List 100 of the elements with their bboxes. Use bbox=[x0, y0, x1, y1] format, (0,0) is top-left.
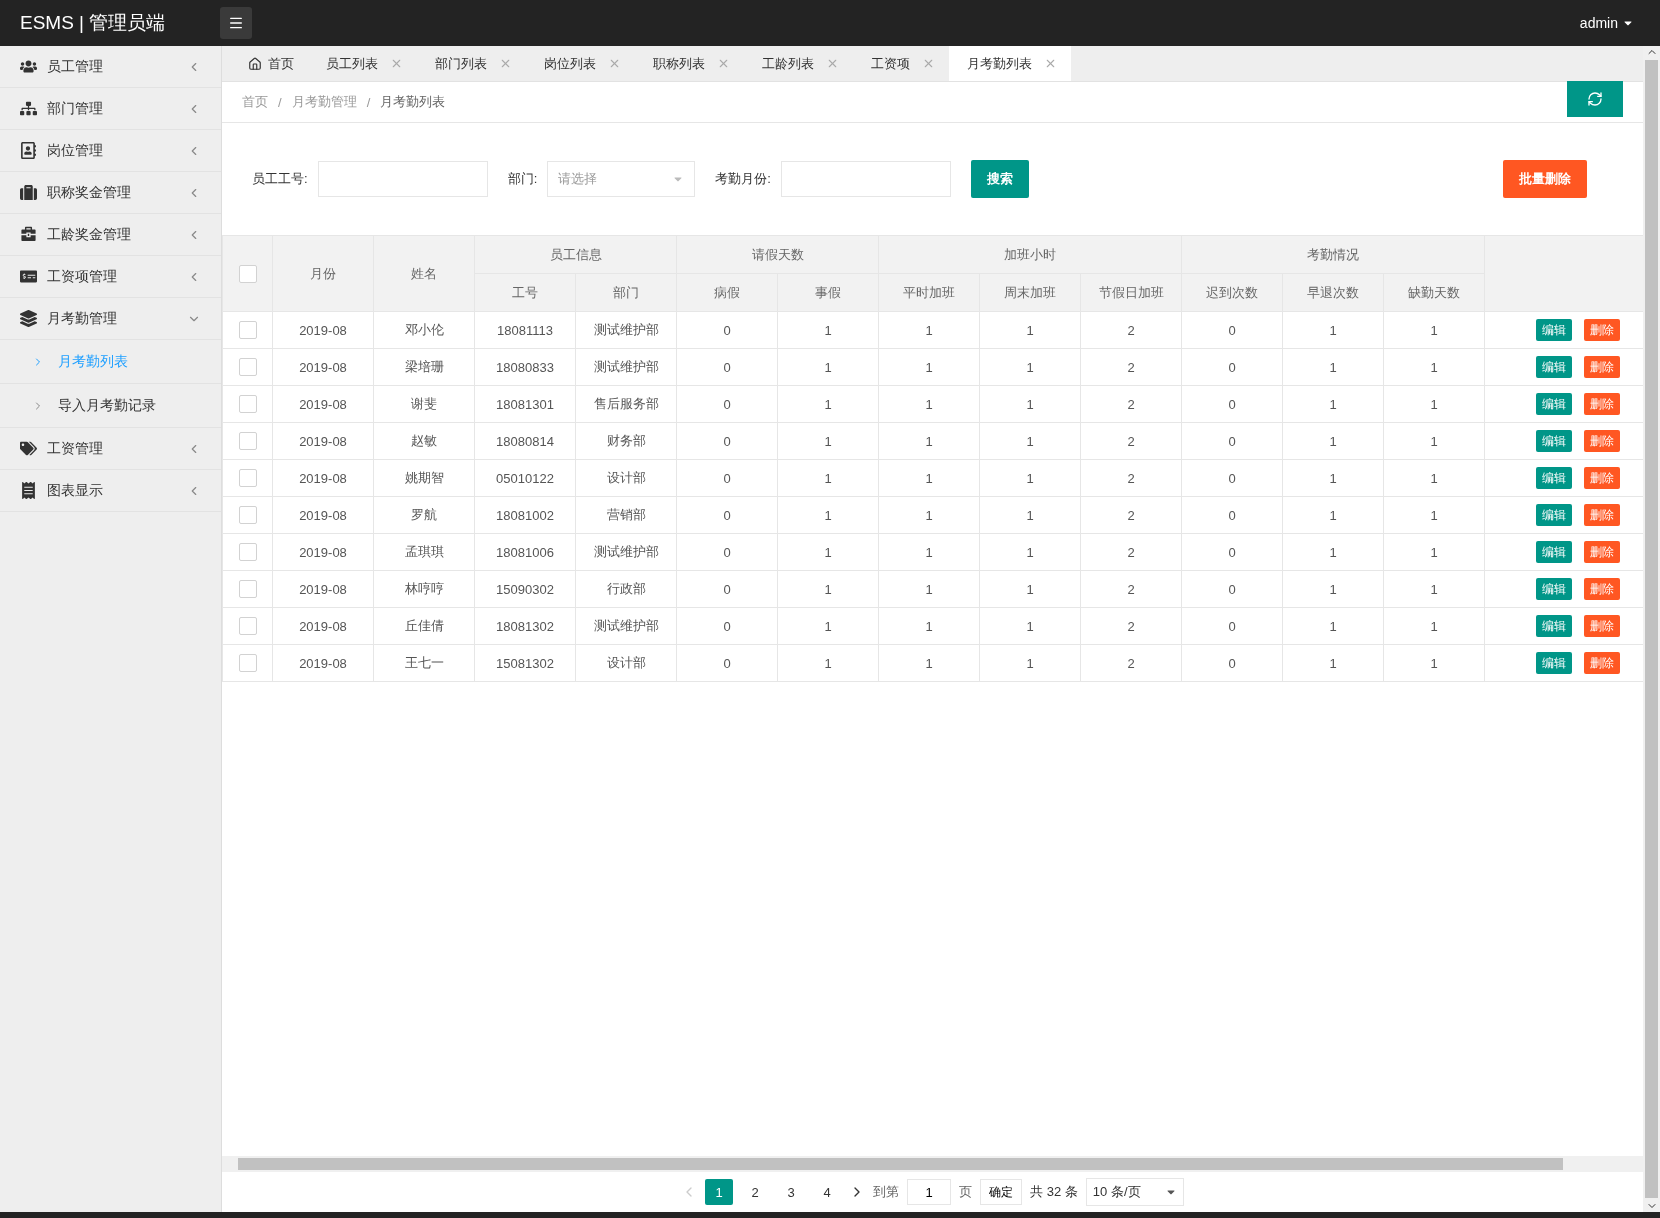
input-field[interactable] bbox=[317, 161, 488, 197]
delete-button[interactable]: 删除 bbox=[1583, 504, 1620, 526]
search-button[interactable]: 搜索 bbox=[970, 160, 1029, 198]
input-field[interactable] bbox=[780, 161, 951, 197]
sidebar-item[interactable]: 图表显示 bbox=[0, 470, 221, 512]
column-header: 节假日加班 bbox=[1080, 273, 1182, 312]
sidebar-subitem[interactable]: 月考勤列表 bbox=[0, 340, 221, 384]
sidebar-item[interactable]: 岗位管理 bbox=[0, 130, 221, 172]
table-cell: 1 bbox=[1282, 644, 1384, 682]
page-button[interactable]: 4 bbox=[813, 1179, 842, 1205]
tab[interactable]: 员工列表 bbox=[308, 46, 417, 81]
table-cell: 1 bbox=[1383, 385, 1485, 423]
column-group-header: 请假天数 bbox=[676, 235, 879, 274]
edit-button[interactable]: 编辑 bbox=[1535, 319, 1572, 341]
row-checkbox[interactable] bbox=[238, 469, 257, 487]
close-icon[interactable] bbox=[390, 57, 403, 70]
delete-button[interactable]: 删除 bbox=[1583, 356, 1620, 378]
edit-button[interactable]: 编辑 bbox=[1535, 430, 1572, 452]
page-size-select[interactable]: 10 条/页 bbox=[1085, 1178, 1184, 1206]
edit-button[interactable]: 编辑 bbox=[1535, 356, 1572, 378]
tab[interactable]: 部门列表 bbox=[417, 46, 526, 81]
page-button[interactable]: 3 bbox=[777, 1179, 806, 1205]
row-checkbox[interactable] bbox=[238, 543, 257, 561]
refresh-button[interactable] bbox=[1567, 81, 1623, 117]
table-cell: 0 bbox=[1181, 311, 1283, 349]
layers-icon bbox=[20, 310, 37, 327]
edit-button[interactable]: 编辑 bbox=[1535, 393, 1572, 415]
row-checkbox[interactable] bbox=[238, 506, 257, 524]
breadcrumb-link[interactable]: 月考勤列表 bbox=[380, 93, 446, 111]
breadcrumb-link[interactable]: 首页 bbox=[242, 93, 268, 111]
delete-button[interactable]: 删除 bbox=[1583, 578, 1620, 600]
close-icon[interactable] bbox=[717, 57, 730, 70]
tab[interactable]: 职称列表 bbox=[635, 46, 744, 81]
page-number-field[interactable]: 1 bbox=[907, 1179, 952, 1205]
sidebar-item[interactable]: 工资管理 bbox=[0, 428, 221, 470]
edit-button[interactable]: 编辑 bbox=[1535, 467, 1572, 489]
row-checkbox[interactable] bbox=[238, 358, 257, 376]
menu-button[interactable] bbox=[220, 7, 252, 39]
sidebar-item[interactable]: 工龄奖金管理 bbox=[0, 214, 221, 256]
table-cell: 王七一 bbox=[373, 644, 475, 682]
tab[interactable]: 工资项 bbox=[853, 46, 949, 81]
close-icon[interactable] bbox=[499, 57, 512, 70]
user-menu[interactable]: admin bbox=[1573, 14, 1640, 32]
delete-button[interactable]: 删除 bbox=[1583, 652, 1620, 674]
close-icon[interactable] bbox=[1044, 57, 1057, 70]
delete-button[interactable]: 删除 bbox=[1583, 430, 1620, 452]
sidebar-subitem[interactable]: 导入月考勤记录 bbox=[0, 384, 221, 428]
row-checkbox[interactable] bbox=[238, 580, 257, 598]
table-cell: 1 bbox=[1383, 311, 1485, 349]
edit-button[interactable]: 编辑 bbox=[1535, 615, 1572, 637]
edit-button[interactable]: 编辑 bbox=[1535, 578, 1572, 600]
tab[interactable]: 岗位列表 bbox=[526, 46, 635, 81]
page-label: 页 bbox=[959, 1183, 973, 1201]
scrollbar-thumb[interactable] bbox=[238, 1158, 1563, 1170]
scrollbar-thumb[interactable] bbox=[1645, 60, 1658, 1198]
delete-button[interactable]: 删除 bbox=[1583, 319, 1620, 341]
sidebar-item[interactable]: 月考勤管理 bbox=[0, 298, 221, 340]
sidebar-item[interactable]: 职称奖金管理 bbox=[0, 172, 221, 214]
delete-button[interactable]: 删除 bbox=[1583, 393, 1620, 415]
edit-button[interactable]: 编辑 bbox=[1535, 652, 1572, 674]
receipt-icon bbox=[20, 482, 37, 499]
table-cell: 2 bbox=[1080, 607, 1182, 645]
table-cell: 0 bbox=[1181, 644, 1283, 682]
table-cell: 0 bbox=[1181, 459, 1283, 497]
row-checkbox[interactable] bbox=[238, 654, 257, 672]
close-icon[interactable] bbox=[608, 57, 621, 70]
row-checkbox[interactable] bbox=[238, 432, 257, 450]
delete-button[interactable]: 删除 bbox=[1583, 467, 1620, 489]
table-cell: 1 bbox=[878, 311, 980, 349]
edit-button[interactable]: 编辑 bbox=[1535, 541, 1572, 563]
close-icon[interactable] bbox=[922, 57, 935, 70]
confirm-button[interactable]: 确定 bbox=[980, 1179, 1023, 1205]
delete-button[interactable]: 删除 bbox=[1583, 615, 1620, 637]
table-cell: 0 bbox=[1181, 422, 1283, 460]
department-select[interactable]: 请选择 bbox=[547, 161, 696, 197]
tab[interactable]: 月考勤列表 bbox=[949, 46, 1071, 81]
sidebar-item[interactable]: 工资项管理 bbox=[0, 256, 221, 298]
page-button[interactable]: 1 bbox=[705, 1179, 734, 1205]
table-cell: 1 bbox=[878, 348, 980, 386]
sidebar-item[interactable]: 部门管理 bbox=[0, 88, 221, 130]
sitemap-icon bbox=[20, 100, 37, 117]
table-cell: 0 bbox=[676, 311, 778, 349]
row-checkbox[interactable] bbox=[238, 321, 257, 339]
table-cell: 1 bbox=[1383, 644, 1485, 682]
page-button[interactable]: 2 bbox=[741, 1179, 770, 1205]
table-cell: 1 bbox=[979, 644, 1081, 682]
close-icon[interactable] bbox=[826, 57, 839, 70]
sidebar-item[interactable]: 员工管理 bbox=[0, 46, 221, 88]
row-checkbox[interactable] bbox=[238, 395, 257, 413]
row-checkbox[interactable] bbox=[238, 617, 257, 635]
select-all-checkbox[interactable] bbox=[238, 264, 257, 283]
delete-button[interactable]: 删除 bbox=[1583, 541, 1620, 563]
tab[interactable]: 首页 bbox=[230, 46, 308, 81]
breadcrumb-link[interactable]: 月考勤管理 bbox=[291, 93, 357, 111]
tab[interactable]: 工龄列表 bbox=[744, 46, 853, 81]
table-cell: 1 bbox=[777, 607, 879, 645]
edit-button[interactable]: 编辑 bbox=[1535, 504, 1572, 526]
address-book-icon bbox=[20, 142, 37, 159]
column-header: 姓名 bbox=[373, 235, 475, 312]
batch-delete-button[interactable]: 批量删除 bbox=[1503, 160, 1587, 198]
